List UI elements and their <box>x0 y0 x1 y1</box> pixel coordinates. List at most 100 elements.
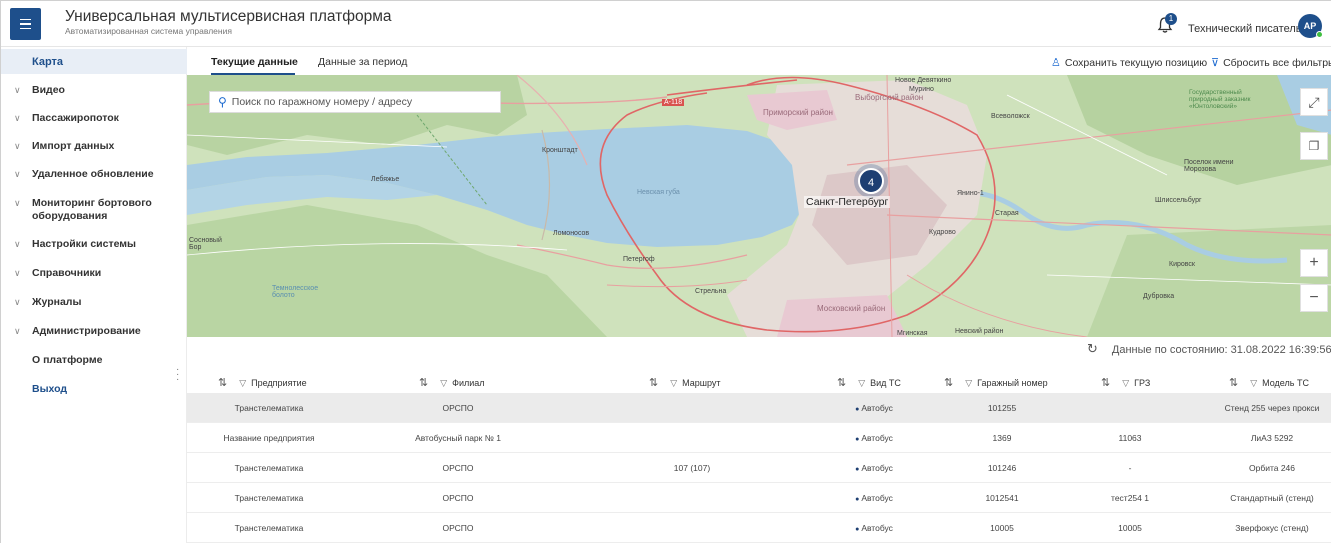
sort-icon[interactable]: ⇅ <box>944 377 953 389</box>
map-label: Кудрово <box>929 229 956 236</box>
table-cell-model: Зверфокус (стенд) <box>1235 523 1309 533</box>
map-view[interactable]: Новое Девяткино Мурино Выборгский район … <box>187 75 1331 337</box>
column-header-branch[interactable]: ⇅ ▽ Филиал <box>419 376 485 389</box>
chevron-down-icon: ∨ <box>14 113 21 123</box>
map-label: Ломоносов <box>553 230 590 237</box>
map-label: Янино-1 <box>957 190 984 197</box>
refresh-icon[interactable]: ↻ <box>1087 341 1098 356</box>
table-row[interactable]: Транстелематика ОРСПО Автобус 10005 10005 Зве… <box>187 513 1331 543</box>
notification-bell-icon[interactable]: 1 <box>1156 13 1177 36</box>
map-label: Поселок имени Морозова <box>1184 159 1234 173</box>
column-settings-icon[interactable]: · · · <box>176 365 179 385</box>
chevron-down-icon: ∨ <box>14 268 21 278</box>
fullscreen-icon[interactable]: ⤢ <box>1300 88 1328 116</box>
sidebar-item-journals[interactable]: ∨ Журналы <box>1 296 187 312</box>
sidebar-item-references[interactable]: ∨ Справочники <box>1 267 187 283</box>
sort-icon[interactable]: ⇅ <box>218 377 227 389</box>
map-label: Старая <box>995 210 1019 217</box>
sidebar-item-remote-update[interactable]: ∨ Удаленное обновление <box>1 168 187 184</box>
title-block: Универсальная мультисервисная платформа … <box>65 7 392 37</box>
layers-icon[interactable]: ❐ <box>1300 132 1328 160</box>
column-label: ГРЗ <box>1134 378 1151 388</box>
column-header-vehicle-type[interactable]: ⇅ ▽ Вид ТС <box>837 376 901 389</box>
sidebar-item-system-settings[interactable]: ∨ Настройки системы <box>1 238 187 254</box>
table-cell-enterprise: Название предприятия <box>223 433 315 443</box>
table-cell-branch: ОРСПО <box>442 403 474 413</box>
sort-icon[interactable]: ⇅ <box>1229 377 1238 389</box>
map-label: Всеволожск <box>991 113 1030 120</box>
vehicle-cluster-marker[interactable]: 4 <box>854 164 888 198</box>
table-row[interactable]: Транстелематика ОРСПО 107 (107) Автобус 1012… <box>187 453 1331 483</box>
column-header-route[interactable]: ⇅ ▽ Маршрут <box>649 376 721 389</box>
table-row[interactable]: Транстелематика ОРСПО Автобус 1012541 тест25… <box>187 483 1331 513</box>
tab-current-data[interactable]: Текущие данные <box>211 56 298 68</box>
sidebar-item-label: Пассажиропоток <box>32 112 119 124</box>
sidebar-item-data-import[interactable]: ∨ Импорт данных <box>1 140 187 156</box>
sidebar-item-label: Справочники <box>32 267 102 279</box>
table-row[interactable]: Название предприятия Автобусный парк № 1 А… <box>187 423 1331 453</box>
tab-period-data[interactable]: Данные за период <box>318 56 407 68</box>
table-cell-enterprise: Транстелематика <box>234 463 304 473</box>
sidebar-item-map[interactable]: Карта <box>1 49 187 74</box>
map-label: Невский район <box>955 328 1004 335</box>
sidebar-item-administration[interactable]: ∨ Администрирование <box>1 325 187 341</box>
table-cell-garage: 1012541 <box>985 493 1019 503</box>
filter-icon[interactable]: ▽ <box>1250 378 1257 388</box>
filter-icon[interactable]: ▽ <box>670 378 677 388</box>
sort-icon[interactable]: ⇅ <box>649 377 658 389</box>
filter-icon[interactable]: ▽ <box>858 378 865 388</box>
filter-icon[interactable]: ▽ <box>440 378 447 388</box>
map-label: Государственный природный заказник «Юнто… <box>1189 89 1251 110</box>
table-cell-model: Стенд 255 через прокси <box>1224 403 1320 413</box>
vehicle-table: · · · ⇅ ▽ Предприятие ⇅ ▽ Филиал ⇅ ▽ Маршрут ⇅ ▽ В… <box>176 365 1331 543</box>
map-label: Петергоф <box>623 256 655 263</box>
table-row[interactable]: Транстелематика ОРСПО Автобус 101255 Стенд 2… <box>187 393 1331 423</box>
table-cell-garage: 1369 <box>992 433 1012 443</box>
chevron-down-icon: ∨ <box>14 297 21 307</box>
tab-bar: Текущие данные Данные за период ♙ Сохрани… <box>187 47 1331 75</box>
highway-shield: А-118 <box>662 99 685 106</box>
map-label: Сосновый Бор <box>189 237 222 251</box>
filter-icon[interactable]: ▽ <box>239 378 246 388</box>
map-label: Московский район <box>817 304 886 313</box>
zoom-out-icon[interactable]: − <box>1300 284 1328 312</box>
column-label: Модель ТС <box>1262 378 1309 388</box>
sidebar-item-label: Мониторинг бортового оборудования <box>32 197 152 222</box>
sidebar-item-onboard-monitoring[interactable]: ∨ Мониторинг бортового оборудования <box>1 197 187 225</box>
table-cell-garage: 101255 <box>987 403 1017 413</box>
table-cell-garage: 10005 <box>990 523 1014 533</box>
data-status: ↻ Данные по состоянию: 31.08.2022 16:39:5… <box>1087 341 1331 357</box>
hamburger-menu-icon[interactable] <box>10 8 41 40</box>
table-cell-type: Автобус <box>855 433 893 443</box>
sort-icon[interactable]: ⇅ <box>837 377 846 389</box>
filter-icon[interactable]: ▽ <box>1122 378 1129 388</box>
table-cell-plate: тест254 1 <box>1111 493 1149 503</box>
map-label: Кронштадт <box>542 147 578 154</box>
sidebar-item-logout[interactable]: Выход <box>1 383 187 399</box>
map-label: Приморский район <box>763 108 833 117</box>
user-avatar[interactable]: АР <box>1298 14 1323 38</box>
map-search-input[interactable]: ⚲ Поиск по гаражному номеру / адресу <box>209 91 501 113</box>
app-subtitle: Автоматизированная система управления <box>65 26 232 36</box>
column-header-plate[interactable]: ⇅ ▽ ГРЗ <box>1101 376 1150 389</box>
save-position-button[interactable]: ♙ Сохранить текущую позицию <box>1051 56 1207 69</box>
column-header-garage-number[interactable]: ⇅ ▽ Гаражный номер <box>944 376 1048 389</box>
column-label: Филиал <box>452 378 485 388</box>
map-label: Кировск <box>1169 261 1195 268</box>
sidebar-item-label: Импорт данных <box>32 140 115 152</box>
sort-icon[interactable]: ⇅ <box>419 377 428 389</box>
filter-icon[interactable]: ▽ <box>965 378 972 388</box>
zoom-in-icon[interactable]: + <box>1300 249 1328 277</box>
reset-filters-button[interactable]: ⊽ Сбросить все фильтры <box>1211 56 1331 69</box>
notification-count-badge: 1 <box>1165 13 1177 25</box>
city-label: Санкт-Петербург <box>804 196 891 208</box>
user-name[interactable]: Технический писатель <box>1188 23 1302 35</box>
sort-icon[interactable]: ⇅ <box>1101 377 1110 389</box>
cluster-count: 4 <box>858 168 884 194</box>
column-header-model[interactable]: ⇅ ▽ Модель ТС <box>1229 376 1309 389</box>
sidebar-item-video[interactable]: ∨ Видео <box>1 84 187 100</box>
sidebar-item-passenger-flow[interactable]: ∨ Пассажиропоток <box>1 112 187 128</box>
sidebar-item-about[interactable]: О платформе <box>1 354 187 370</box>
map-label: Мгинская <box>897 330 928 337</box>
column-header-enterprise[interactable]: ⇅ ▽ Предприятие <box>218 376 307 389</box>
